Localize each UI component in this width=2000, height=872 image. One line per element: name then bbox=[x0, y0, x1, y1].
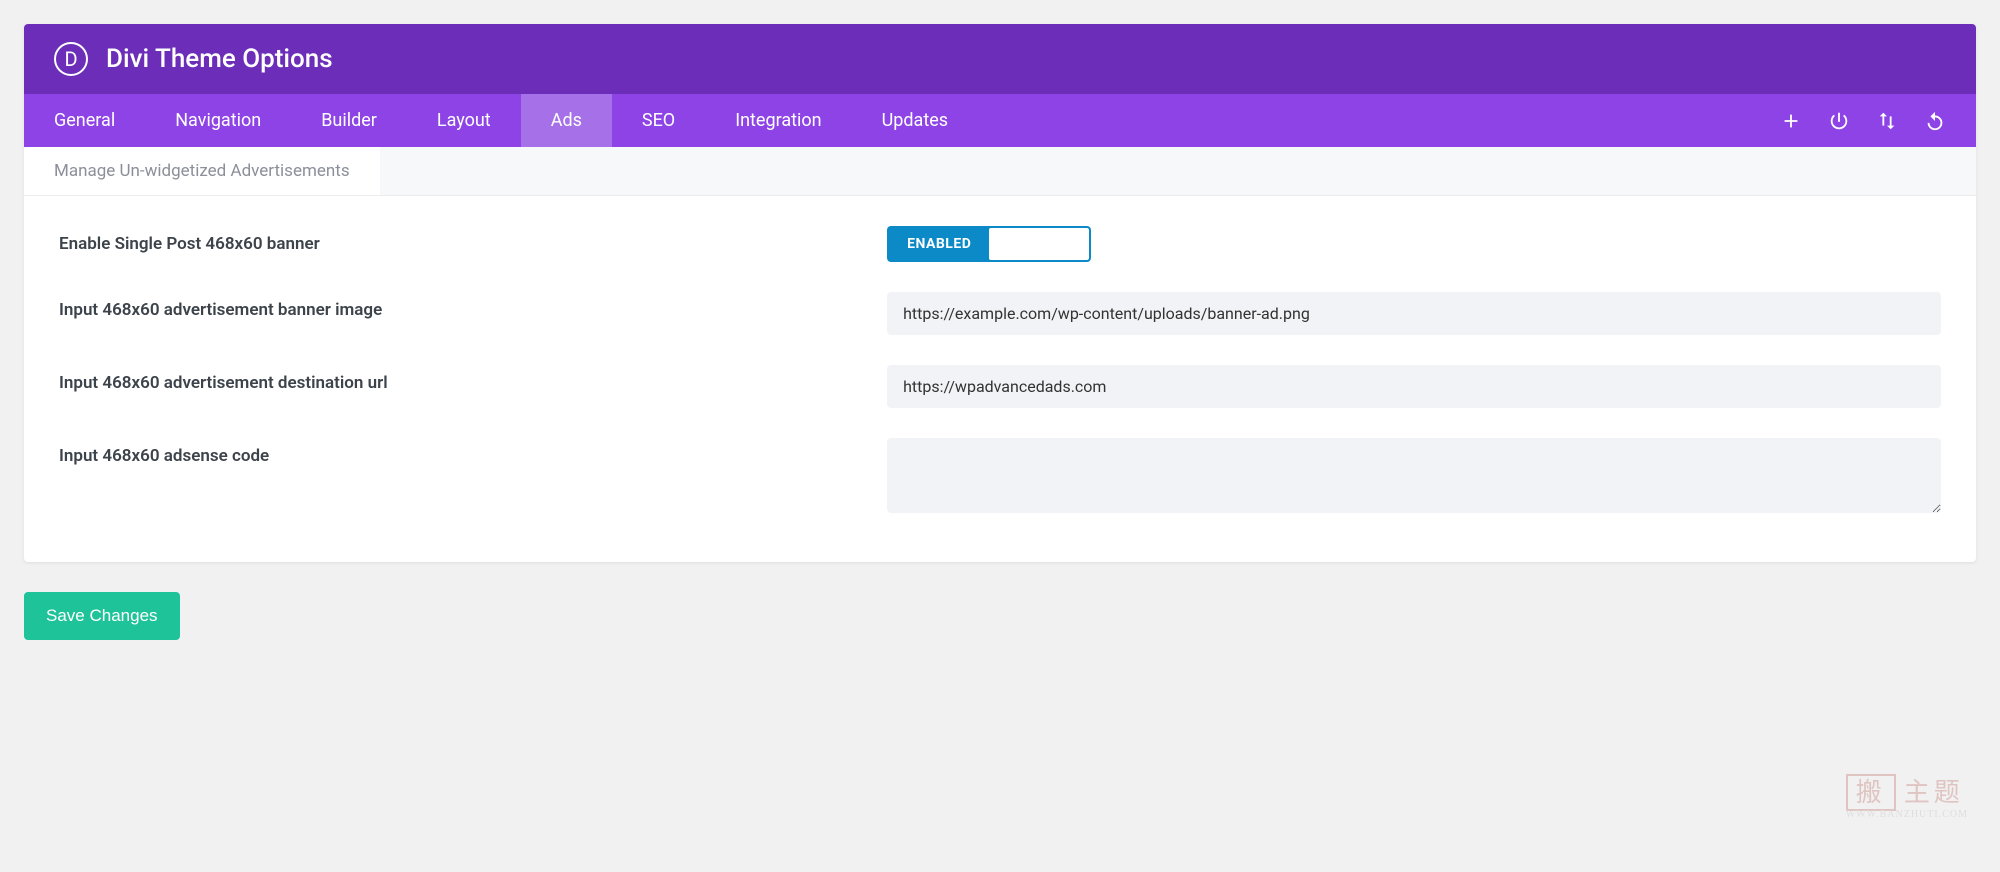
textarea-adsense-code[interactable] bbox=[887, 438, 1941, 513]
page-title: Divi Theme Options bbox=[106, 44, 333, 74]
reset-icon[interactable] bbox=[1924, 110, 1946, 132]
save-button[interactable]: Save Changes bbox=[24, 592, 180, 640]
toggle-enable-banner[interactable]: ENABLED bbox=[887, 226, 1091, 262]
tab-builder[interactable]: Builder bbox=[291, 94, 407, 147]
sub-nav: Manage Un-widgetized Advertisements bbox=[24, 147, 1976, 196]
input-banner-image[interactable] bbox=[887, 292, 1941, 335]
options-panel: D Divi Theme Options General Navigation … bbox=[24, 24, 1976, 562]
row-banner-image: Input 468x60 advertisement banner image bbox=[59, 292, 1941, 335]
label-banner-image: Input 468x60 advertisement banner image bbox=[59, 292, 887, 320]
add-icon[interactable] bbox=[1780, 110, 1802, 132]
tabbar-actions bbox=[1780, 94, 1946, 147]
label-adsense-code: Input 468x60 adsense code bbox=[59, 438, 887, 466]
row-adsense-code: Input 468x60 adsense code bbox=[59, 438, 1941, 517]
label-destination-url: Input 468x60 advertisement destination u… bbox=[59, 365, 887, 393]
tab-general[interactable]: General bbox=[24, 94, 145, 147]
sort-icon[interactable] bbox=[1876, 110, 1898, 132]
settings-content: Enable Single Post 468x60 banner ENABLED… bbox=[24, 196, 1976, 562]
power-icon[interactable] bbox=[1828, 110, 1850, 132]
divi-logo-icon: D bbox=[54, 42, 88, 76]
subnav-manage-ads[interactable]: Manage Un-widgetized Advertisements bbox=[24, 147, 380, 195]
toggle-knob bbox=[989, 228, 1089, 260]
row-destination-url: Input 468x60 advertisement destination u… bbox=[59, 365, 1941, 408]
watermark: 搬主题 WWW.BANZHUTI.COM bbox=[1846, 772, 1968, 820]
tab-updates[interactable]: Updates bbox=[852, 94, 978, 147]
label-enable-banner: Enable Single Post 468x60 banner bbox=[59, 226, 887, 254]
input-destination-url[interactable] bbox=[887, 365, 1941, 408]
toggle-enable-banner-text: ENABLED bbox=[889, 236, 989, 252]
tab-navigation[interactable]: Navigation bbox=[145, 94, 291, 147]
panel-header: D Divi Theme Options bbox=[24, 24, 1976, 94]
tab-integration[interactable]: Integration bbox=[705, 94, 851, 147]
row-enable-banner: Enable Single Post 468x60 banner ENABLED bbox=[59, 226, 1941, 262]
tab-layout[interactable]: Layout bbox=[407, 94, 521, 147]
tab-ads[interactable]: Ads bbox=[521, 94, 612, 147]
tab-bar: General Navigation Builder Layout Ads SE… bbox=[24, 94, 1976, 147]
main-tabs: General Navigation Builder Layout Ads SE… bbox=[24, 94, 1780, 147]
tab-seo[interactable]: SEO bbox=[612, 94, 705, 147]
